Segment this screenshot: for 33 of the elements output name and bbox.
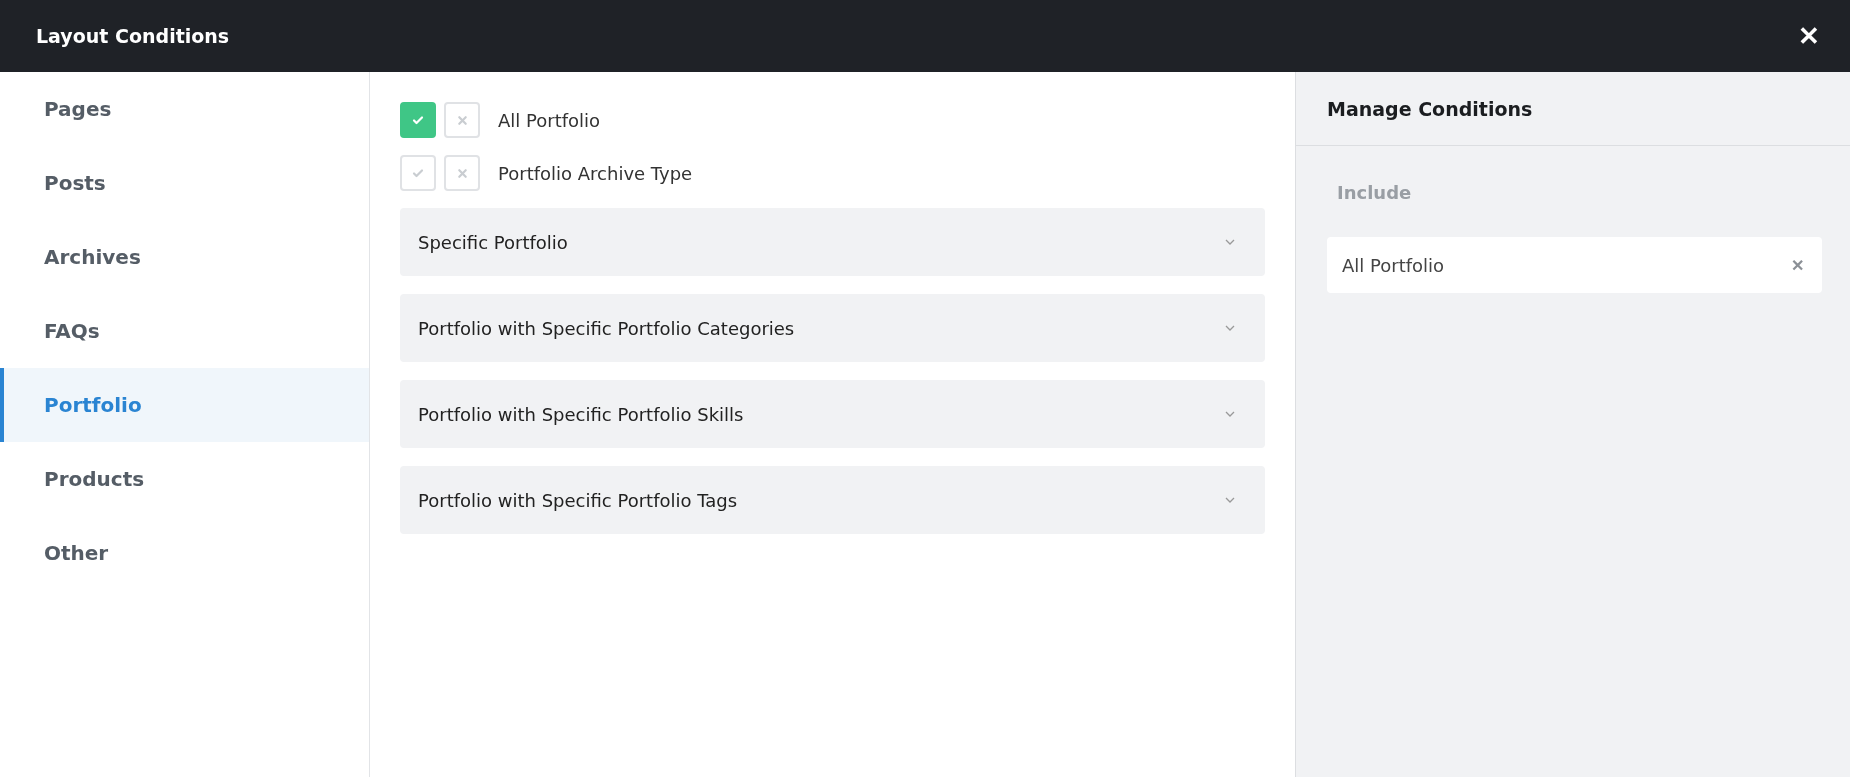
close-button[interactable]: ✕	[1798, 20, 1820, 52]
sidebar-item[interactable]: Pages	[0, 72, 369, 146]
sidebar-item[interactable]: Archives	[0, 220, 369, 294]
sidebar-item[interactable]: Posts	[0, 146, 369, 220]
accordion-header[interactable]: Portfolio with Specific Portfolio Tags	[400, 466, 1265, 534]
accordion-label: Specific Portfolio	[418, 231, 568, 253]
accordion-label: Portfolio with Specific Portfolio Tags	[418, 489, 738, 511]
panel-title: Manage Conditions	[1327, 97, 1533, 120]
sidebar-item[interactable]: Portfolio	[0, 368, 369, 442]
window-title: Layout Conditions	[36, 25, 230, 47]
condition-label: Portfolio Archive Type	[498, 162, 693, 184]
accordion-label: Portfolio with Specific Portfolio Categories	[418, 317, 795, 339]
exclude-button[interactable]	[444, 155, 480, 191]
chevron-icon	[1225, 497, 1235, 503]
sidebar-item[interactable]: FAQs	[0, 294, 369, 368]
chevron-icon	[1225, 411, 1235, 417]
condition-label: All Portfolio	[498, 109, 601, 131]
include-check-button[interactable]	[400, 102, 436, 138]
accordion-header[interactable]: Specific Portfolio	[400, 208, 1265, 276]
checkmark-icon	[412, 167, 424, 179]
chip-label: All Portfolio	[1342, 254, 1445, 276]
group-heading: Include	[1336, 182, 1413, 203]
cross-icon	[456, 167, 468, 179]
checkmark-icon	[412, 114, 424, 126]
sidebar-item[interactable]: Products	[0, 442, 369, 516]
accordion-label: Portfolio with Specific Portfolio Skills	[418, 403, 744, 425]
accordion-header[interactable]: Portfolio with Specific Portfolio Categories	[400, 294, 1265, 362]
exclude-button[interactable]	[444, 102, 480, 138]
sidebar-item[interactable]: Other	[0, 516, 369, 590]
chevron-icon	[1225, 239, 1235, 245]
accordion-header[interactable]: Portfolio with Specific Portfolio Skills	[400, 380, 1265, 448]
chevron-icon	[1225, 325, 1235, 331]
cross-icon	[456, 114, 468, 126]
